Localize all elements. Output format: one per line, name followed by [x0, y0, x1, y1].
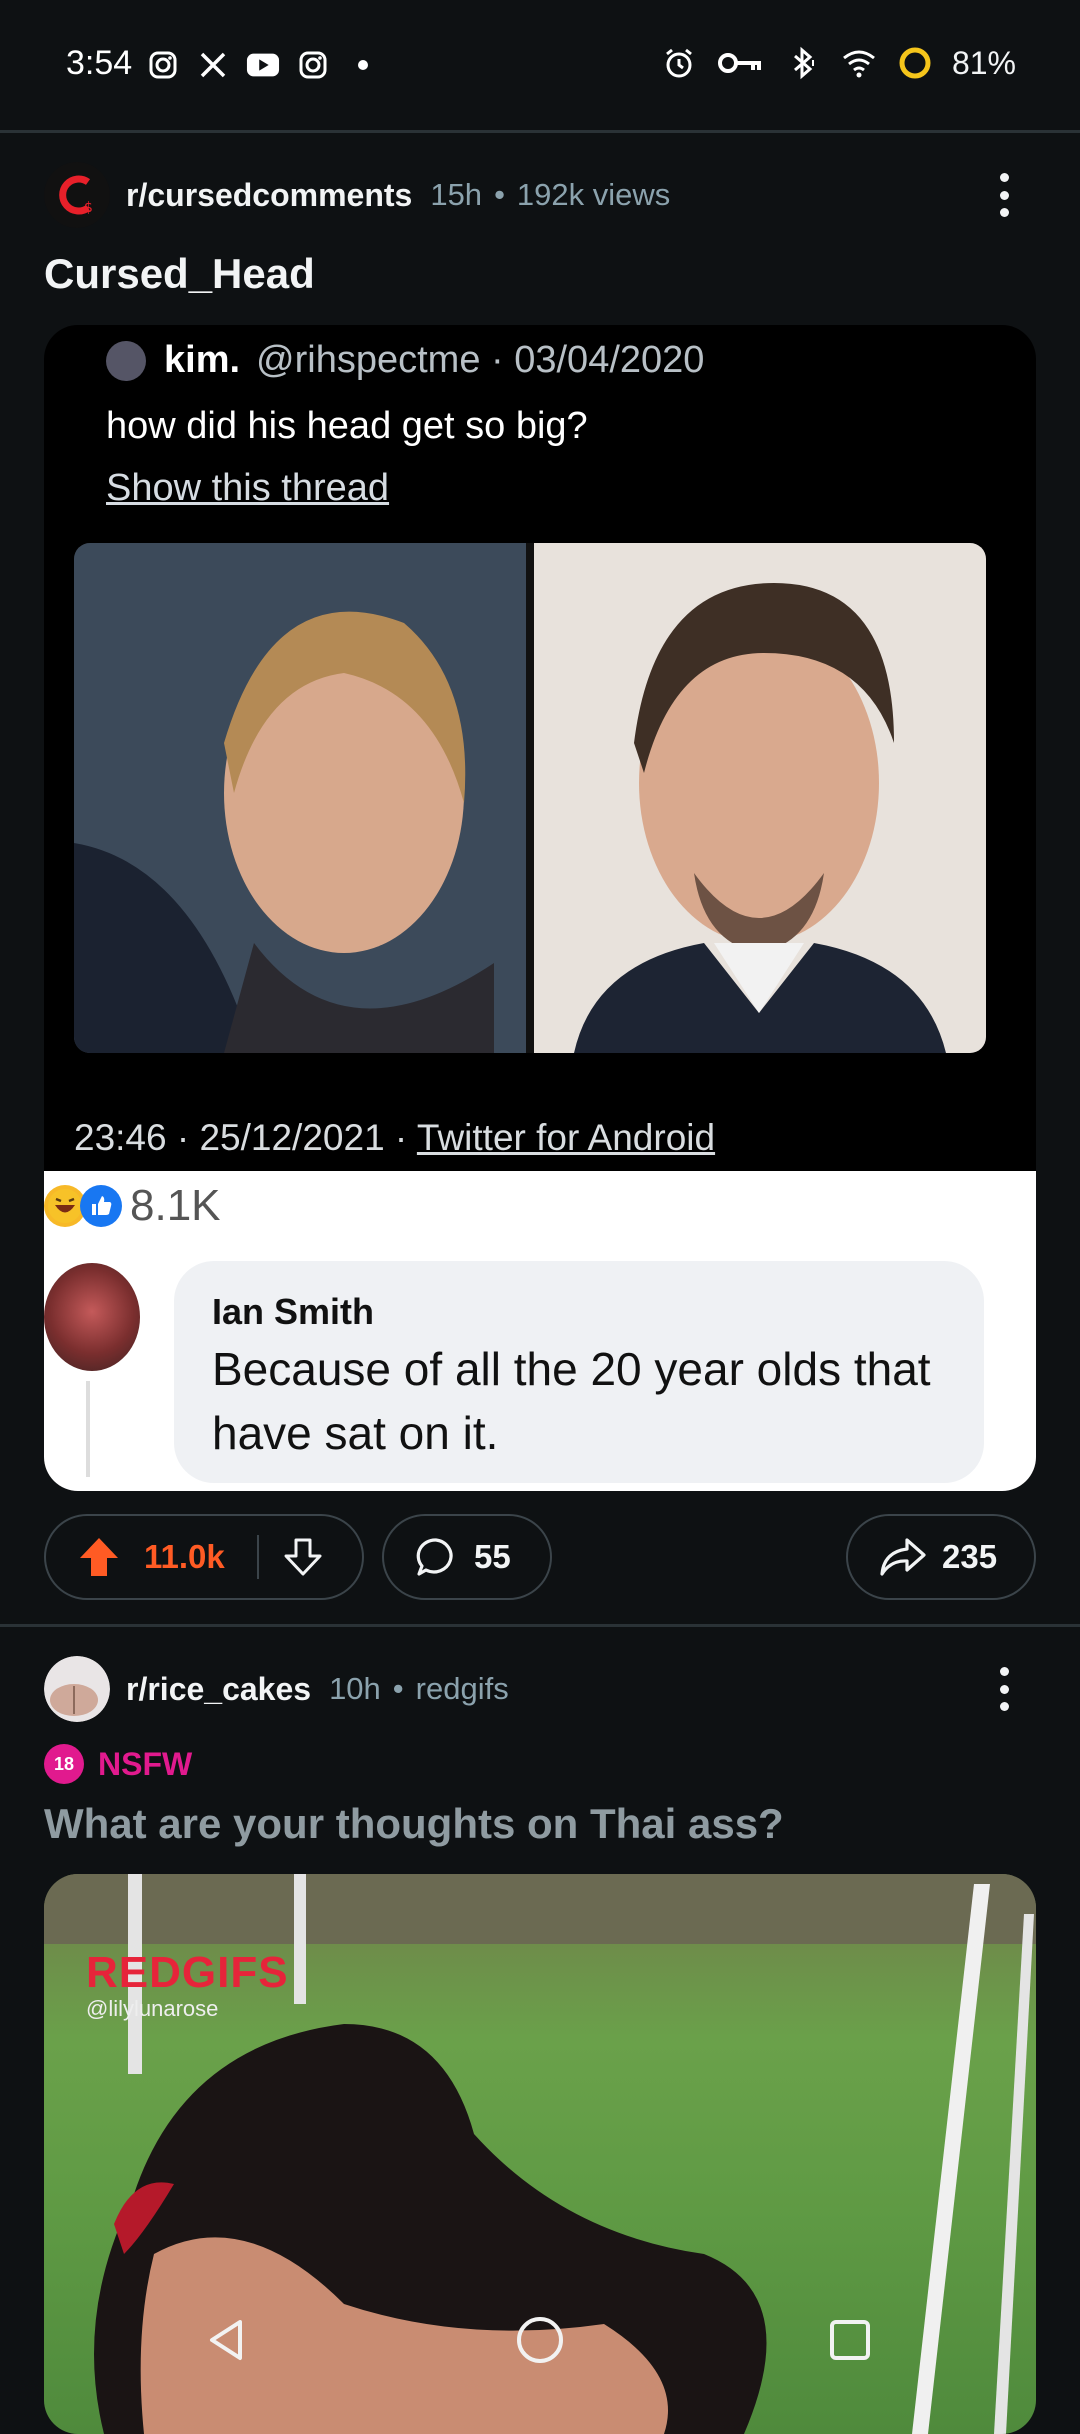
battery-icon: [896, 44, 934, 82]
nsfw-label: NSFW: [98, 1745, 193, 1782]
share-count: 235: [942, 1538, 998, 1575]
photo-right: [534, 543, 986, 1053]
system-navigation-bar: [0, 2290, 1080, 2392]
commenter-name: Ian Smith: [212, 1291, 375, 1332]
divider: [0, 1624, 1080, 1627]
facebook-comment-screenshot: 8.1K Ian Smith Because of all the 20 yea…: [44, 1171, 1036, 1491]
post-action-bar: 11.0k 55 235: [44, 1514, 1036, 1602]
comment-icon: [414, 1535, 458, 1579]
post-age: 10h: [329, 1671, 381, 1706]
post-header: r/rice_cakes 10h • redgifs: [44, 1654, 509, 1724]
view-count: 192k views: [516, 177, 671, 212]
tweet-header: kim. @rihspectme · 03/04/2020: [106, 339, 704, 382]
upvote-icon[interactable]: [76, 1534, 122, 1580]
svg-text:$: $: [84, 200, 93, 216]
vote-score: 11.0k: [144, 1538, 225, 1575]
reaction-row: 8.1K: [44, 1181, 221, 1231]
vpn-key-icon: [716, 44, 766, 82]
recents-button[interactable]: [820, 2310, 880, 2370]
comment-text: Because of all the 20 year olds that hav…: [212, 1343, 931, 1459]
comment-bubble: Ian Smith Because of all the 20 year old…: [174, 1261, 984, 1483]
tweet-source-link: Twitter for Android: [416, 1117, 716, 1158]
post-age: 15h: [430, 177, 483, 212]
comment-count: 55: [474, 1538, 511, 1575]
alarm-icon: [660, 44, 698, 82]
youtube-icon: [246, 48, 280, 82]
meta-separator: •: [392, 1671, 404, 1706]
bluetooth-icon: [784, 44, 822, 82]
post-title[interactable]: Cursed_Head: [44, 250, 315, 298]
nsfw-18-icon: 18: [44, 1744, 84, 1784]
downvote-icon[interactable]: [281, 1535, 325, 1579]
post-options-button[interactable]: [984, 1659, 1024, 1719]
subreddit-name[interactable]: r/cursedcomments: [126, 177, 412, 214]
battery-percent: 81%: [951, 44, 1016, 81]
vote-control: 11.0k: [44, 1514, 364, 1600]
redgifs-watermark: REDGIFS: [86, 1948, 289, 1997]
subreddit-avatar[interactable]: $: [44, 162, 110, 228]
instagram-icon: [146, 48, 180, 82]
share-button[interactable]: 235: [846, 1514, 1036, 1600]
post-image[interactable]: kim. @rihspectme · 03/04/2020 how did hi…: [44, 325, 1036, 1491]
comments-button[interactable]: 55: [382, 1514, 552, 1600]
home-button[interactable]: [510, 2310, 570, 2370]
tweet-avatar: [106, 340, 146, 381]
tweet-author: kim.: [164, 339, 241, 381]
tweet-text: how did his head get so big?: [106, 405, 588, 447]
post-source: redgifs: [415, 1671, 509, 1706]
x-icon: [196, 48, 230, 82]
comparison-photos: [74, 543, 986, 1053]
tweet-handle-date: @rihspectme · 03/04/2020: [256, 339, 705, 381]
meta-separator: •: [494, 177, 505, 212]
dot-icon: [346, 48, 380, 82]
tweet-time-text: 23:46 · 25/12/2021 ·: [74, 1117, 408, 1158]
instagram-icon: [296, 48, 330, 82]
like-reaction-icon: [80, 1185, 122, 1227]
commenter-avatar: [44, 1263, 140, 1371]
reaction-count: 8.1K: [130, 1181, 221, 1230]
tweet-timestamp: 23:46 · 25/12/2021 · Twitter for Android: [74, 1117, 715, 1159]
back-button[interactable]: [196, 2310, 256, 2370]
status-bar: 3:54 81%: [0, 0, 1080, 130]
wifi-icon: [840, 44, 878, 82]
post-options-button[interactable]: [984, 165, 1024, 225]
share-icon: [878, 1535, 928, 1579]
subreddit-avatar[interactable]: [44, 1656, 110, 1722]
post-title[interactable]: What are your thoughts on Thai ass?: [44, 1800, 784, 1848]
thread-line: [86, 1381, 90, 1477]
watermark-username: @lilylunarose: [86, 1996, 219, 2021]
clock: 3:54: [66, 44, 133, 82]
post-header: $ r/cursedcomments 15h • 192k views: [44, 160, 670, 230]
subreddit-name[interactable]: r/rice_cakes: [126, 1671, 311, 1708]
photo-divider: [526, 543, 534, 1053]
photo-left: [74, 543, 526, 1053]
vote-separator: [256, 1535, 259, 1579]
show-thread-link: Show this thread: [106, 467, 390, 509]
divider: [0, 130, 1080, 133]
nsfw-tag: 18 NSFW: [44, 1744, 192, 1784]
